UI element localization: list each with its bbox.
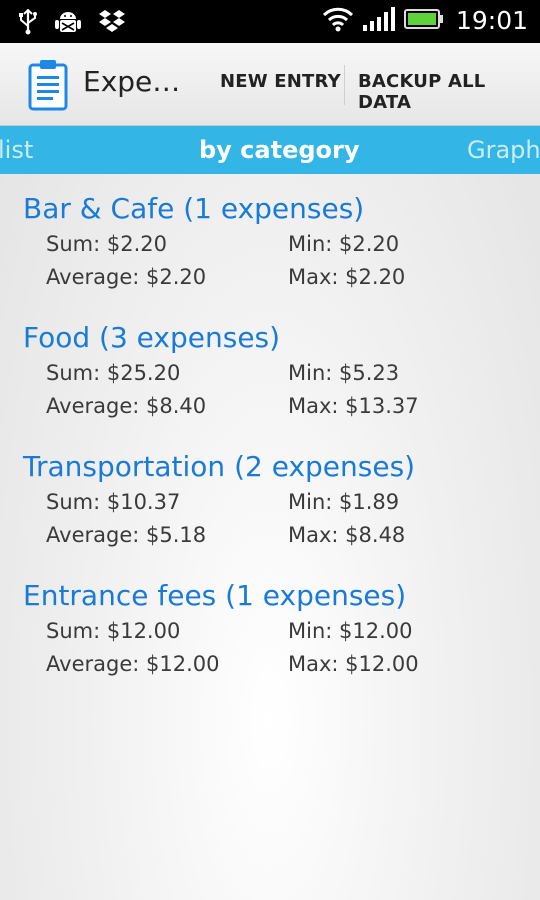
tab-list[interactable]: list <box>0 136 33 164</box>
new-entry-button[interactable]: NEW ENTRY <box>220 71 341 92</box>
category-average: Average: $5.18 <box>46 523 207 547</box>
category-sum: Sum: $25.20 <box>46 361 181 385</box>
dropbox-icon <box>98 9 126 39</box>
tab-strip: list by category Graph <box>0 126 540 174</box>
app-title: Expe… <box>83 65 181 98</box>
category-min: Min: $1.89 <box>288 490 400 514</box>
clipboard-icon[interactable] <box>26 59 70 111</box>
category-max: Max: $2.20 <box>288 265 406 289</box>
wifi-icon <box>322 6 354 36</box>
category-title: Food (3 expenses) <box>23 321 281 354</box>
category-min: Min: $12.00 <box>288 619 413 643</box>
category-sum: Sum: $2.20 <box>46 232 167 256</box>
category-sum: Sum: $10.37 <box>46 490 181 514</box>
category-title: Transportation (2 expenses) <box>23 450 416 483</box>
action-bar: Expe… NEW ENTRY BACKUP ALL DATA <box>0 43 540 126</box>
status-bar: 19:01 <box>0 0 540 43</box>
action-divider <box>344 65 345 105</box>
category-sum: Sum: $12.00 <box>46 619 181 643</box>
tab-graph[interactable]: Graph <box>467 136 540 164</box>
category-average: Average: $12.00 <box>46 652 220 676</box>
clock-time: 19:01 <box>455 6 528 35</box>
category-average: Average: $8.40 <box>46 394 207 418</box>
backup-all-data-button[interactable]: BACKUP ALL DATA <box>358 71 540 113</box>
tab-by-category[interactable]: by category <box>199 136 360 164</box>
category-min: Min: $2.20 <box>288 232 400 256</box>
usb-icon <box>18 8 38 39</box>
android-debug-icon <box>54 8 82 40</box>
category-max: Max: $8.48 <box>288 523 406 547</box>
category-title: Bar & Cafe (1 expenses) <box>23 192 365 225</box>
category-title: Entrance fees (1 expenses) <box>23 579 407 612</box>
battery-icon <box>403 8 444 34</box>
category-max: Max: $13.37 <box>288 394 419 418</box>
signal-icon <box>362 6 396 36</box>
category-min: Min: $5.23 <box>288 361 400 385</box>
category-max: Max: $12.00 <box>288 652 419 676</box>
category-average: Average: $2.20 <box>46 265 207 289</box>
